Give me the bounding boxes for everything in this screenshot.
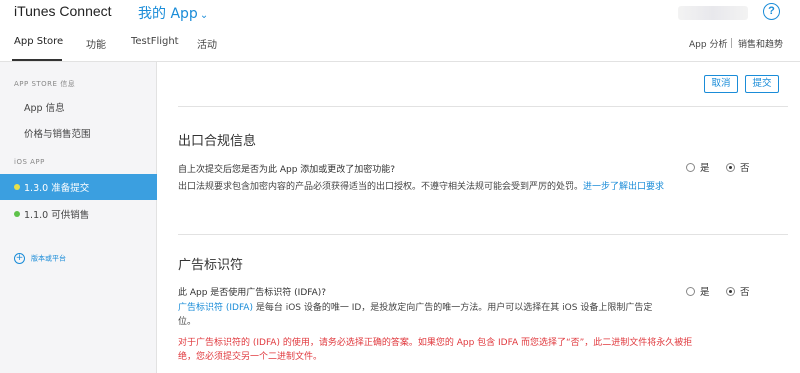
radio-label: 是: [700, 287, 710, 298]
idfa-radio-no[interactable]: 否: [726, 284, 750, 298]
add-version-platform-button[interactable]: + 版本或平台: [14, 253, 66, 264]
sidebar: APP STORE 信息 App 信息 价格与销售范围 iOS APP 1.3.…: [0, 62, 157, 373]
version-label: 1.3.0 准备提交: [24, 183, 90, 194]
radio-icon: [686, 287, 695, 296]
radio-icon: [686, 163, 695, 172]
chevron-down-icon: ⌄: [199, 10, 209, 21]
export-radio-yes[interactable]: 是: [686, 160, 710, 174]
tab-app-analytics[interactable]: App 分析: [689, 37, 727, 50]
idfa-link[interactable]: 广告标识符 (IDFA): [178, 303, 253, 313]
radio-label: 否: [740, 287, 750, 298]
export-radio-no[interactable]: 否: [726, 160, 750, 174]
user-account-blurred[interactable]: [678, 6, 748, 20]
idfa-radio-yes[interactable]: 是: [686, 284, 710, 298]
sidebar-version-1-1-0[interactable]: 1.1.0 可供销售: [0, 201, 157, 227]
radio-selected-icon: [726, 163, 735, 172]
tab-bar: App Store 功能 TestFlight 活动 App 分析 销售和趋势: [0, 24, 800, 62]
active-tab-indicator: [12, 59, 62, 61]
my-apps-menu[interactable]: 我的 App ⌄: [138, 3, 208, 23]
tab-features[interactable]: 功能: [86, 36, 106, 51]
tab-sales-trends[interactable]: 销售和趋势: [738, 37, 783, 50]
help-icon[interactable]: ?: [763, 3, 780, 20]
top-bar: iTunes Connect 我的 App ⌄ ?: [0, 0, 800, 24]
idfa-warning: 对于广告标识符的 (IDFA) 的使用，请务必选择正确的答案。如果您的 App …: [178, 338, 693, 362]
tab-divider: [731, 38, 732, 48]
radio-label: 否: [740, 163, 750, 174]
sidebar-item-pricing[interactable]: 价格与销售范围: [24, 126, 91, 140]
sidebar-section-appstore-info: APP STORE 信息: [14, 80, 76, 88]
radio-selected-icon: [726, 287, 735, 296]
tab-app-store[interactable]: App Store: [14, 36, 63, 47]
version-label: 1.1.0 可供销售: [24, 210, 90, 221]
sidebar-version-1-3-0[interactable]: 1.3.0 准备提交: [0, 174, 157, 200]
divider: [178, 234, 788, 235]
sidebar-section-ios-app: iOS APP: [14, 158, 45, 166]
idfa-question: 此 App 是否使用广告标识符 (IDFA)?: [178, 288, 327, 298]
export-compliance-description: 出口法规要求包含加密内容的产品必须获得适当的出口授权。不遵守相关法规可能会受到严…: [178, 180, 670, 194]
idfa-description: 广告标识符 (IDFA) 是每台 iOS 设备的唯一 ID，是投放定向广告的唯一…: [178, 301, 670, 329]
export-compliance-title: 出口合规信息: [178, 134, 257, 149]
status-dot-icon: [14, 211, 20, 217]
sidebar-item-app-info[interactable]: App 信息: [24, 100, 65, 114]
divider: [178, 106, 788, 107]
idfa-title: 广告标识符: [178, 258, 244, 273]
my-apps-label: 我的 App: [138, 6, 198, 22]
submit-button[interactable]: 提交: [745, 75, 779, 93]
tab-activity[interactable]: 活动: [197, 36, 217, 51]
export-desc-text: 出口法规要求包含加密内容的产品必须获得适当的出口授权。不遵守相关法规可能会受到严…: [178, 182, 584, 192]
export-learn-more-link[interactable]: 进一步了解出口要求: [583, 182, 664, 192]
radio-label: 是: [700, 163, 710, 174]
export-compliance-question: 自上次提交后您是否为此 App 添加或更改了加密功能?: [178, 165, 396, 175]
tab-testflight[interactable]: TestFlight: [131, 36, 179, 47]
cancel-button[interactable]: 取消: [704, 75, 738, 93]
brand-title: iTunes Connect: [14, 3, 112, 19]
add-platform-label: 版本或平台: [31, 254, 66, 263]
status-dot-icon: [14, 184, 20, 190]
plus-circle-icon: +: [14, 253, 25, 264]
